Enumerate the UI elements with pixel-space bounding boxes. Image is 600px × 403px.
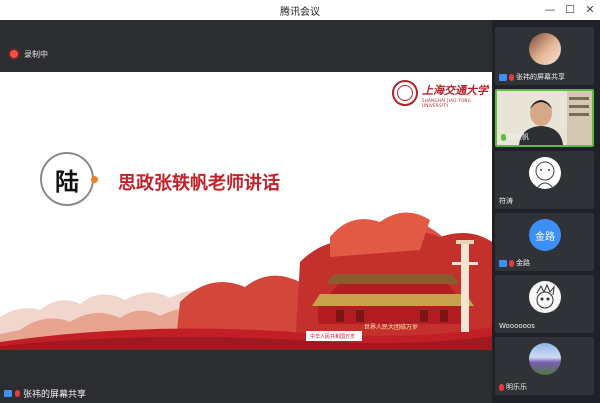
mic-muted-icon bbox=[499, 383, 504, 391]
title-bar: 腾讯会议 — ☐ ✕ bbox=[0, 0, 600, 21]
recording-label: 录制中 bbox=[24, 49, 48, 59]
record-icon bbox=[10, 50, 18, 58]
gate-banner-text-left: 中华人民共和国万岁 bbox=[310, 334, 356, 340]
participant-name: 张轶帆 bbox=[508, 133, 529, 141]
maximize-icon[interactable]: ☐ bbox=[562, 2, 578, 18]
landscape-avatar bbox=[529, 343, 561, 375]
window-title: 腾讯会议 bbox=[280, 7, 320, 18]
speaker-initial: 陆 bbox=[55, 166, 79, 196]
mic-muted-icon bbox=[15, 389, 20, 397]
participant-tile[interactable]: 符涛 bbox=[495, 151, 594, 209]
mic-muted-icon bbox=[509, 73, 514, 81]
decorative-dot bbox=[91, 176, 98, 183]
university-seal-icon bbox=[392, 80, 418, 106]
initials-avatar: 金路 bbox=[529, 219, 561, 251]
participant-tile-active[interactable]: 张轶帆 bbox=[495, 89, 594, 147]
participant-tile[interactable]: 金路 金路 bbox=[495, 213, 594, 271]
close-icon[interactable]: ✕ bbox=[582, 2, 598, 18]
participant-name: Woooooos bbox=[499, 322, 535, 330]
participant-tile[interactable]: Woooooos bbox=[495, 275, 594, 333]
participant-tile[interactable]: 明乐乐 bbox=[495, 337, 594, 395]
slide-title: 思政张轶帆老师讲话 bbox=[118, 173, 280, 194]
logo-chinese-text: 上海交通大学 bbox=[422, 84, 488, 97]
mic-muted-icon bbox=[509, 259, 514, 267]
recording-indicator: 录制中 bbox=[10, 46, 48, 62]
speaker-initial-badge: 陆 bbox=[40, 152, 94, 206]
avatar-initials: 金路 bbox=[535, 231, 555, 243]
cartoon-avatar bbox=[529, 157, 561, 189]
screen-share-icon bbox=[499, 73, 507, 81]
cartoon-avatar bbox=[529, 281, 561, 313]
gate-banner-left: 中华人民共和国万岁 bbox=[306, 331, 362, 341]
participant-tile[interactable]: 张祎的屏幕共享 bbox=[495, 27, 594, 85]
shared-slide: 上海交通大学 SHANGHAI JIAO TONG UNIVERSITY 陆 思… bbox=[0, 72, 492, 350]
participant-name: 明乐乐 bbox=[506, 383, 527, 391]
minimize-icon[interactable]: — bbox=[542, 2, 558, 18]
slide-artwork bbox=[0, 212, 492, 350]
participant-name: 符涛 bbox=[499, 197, 513, 205]
gate-banner-text: 世界人民大团结万岁 bbox=[364, 324, 419, 331]
share-owner-name: 张祎的屏幕共享 bbox=[23, 389, 87, 400]
participant-name: 金路 bbox=[516, 259, 530, 267]
share-owner-label: 张祎的屏幕共享 bbox=[0, 383, 174, 403]
screen-share-icon bbox=[499, 259, 507, 267]
gate-banner-right: 世界人民大团结万岁 bbox=[358, 321, 488, 331]
screen-share-icon bbox=[4, 389, 12, 397]
photo-avatar bbox=[529, 33, 561, 65]
mic-active-icon bbox=[501, 133, 506, 141]
university-logo: 上海交通大学 SHANGHAI JIAO TONG UNIVERSITY bbox=[392, 80, 488, 110]
participant-sidebar: 张祎的屏幕共享 张轶帆 符涛 金路 金路 Woooooos 明乐乐 bbox=[492, 20, 600, 403]
participant-name: 张祎的屏幕共享 bbox=[516, 73, 565, 81]
logo-english-text: SHANGHAI JIAO TONG UNIVERSITY bbox=[422, 98, 472, 108]
